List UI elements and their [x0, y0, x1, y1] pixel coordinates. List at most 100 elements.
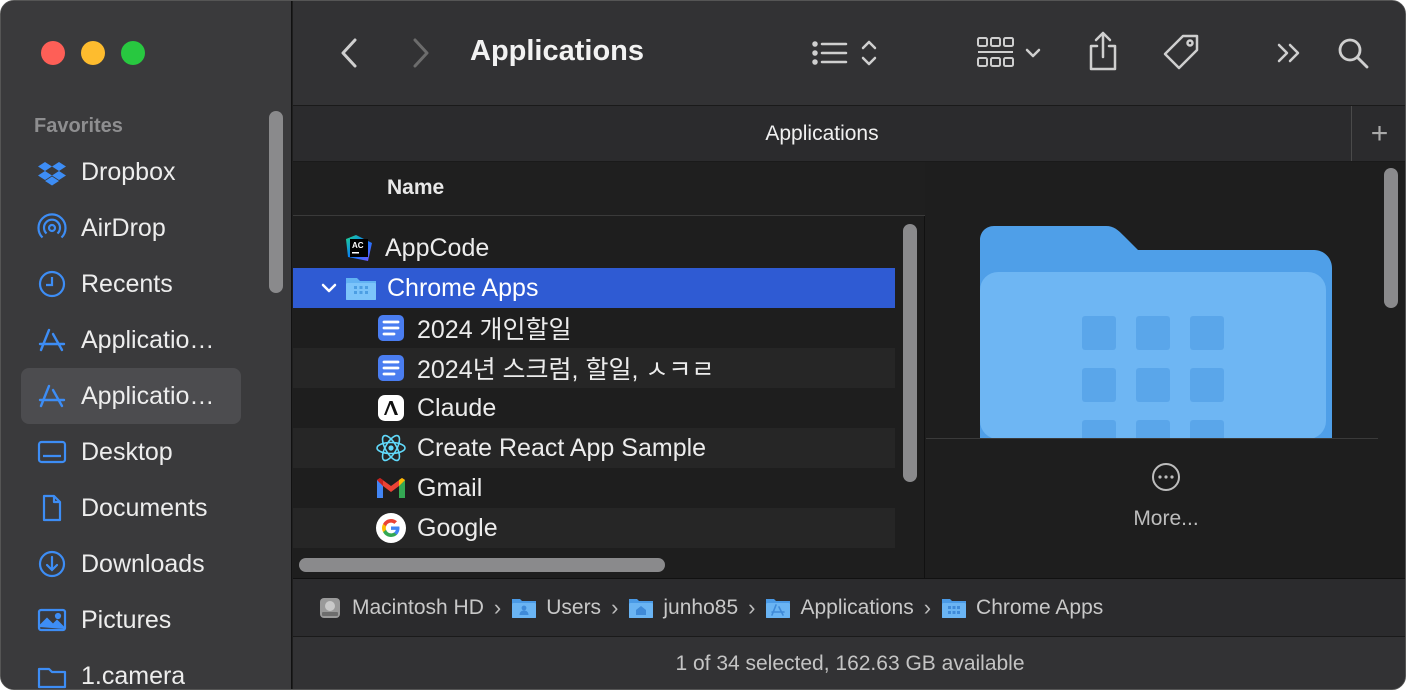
window-title: Applications — [470, 35, 645, 67]
breadcrumb-users[interactable]: Users — [511, 595, 601, 621]
list-horizontal-scrollbar[interactable] — [299, 558, 665, 572]
ellipsis-circle-icon — [1152, 463, 1180, 491]
view-options-button[interactable] — [805, 35, 885, 71]
list-item-label: Claude — [417, 393, 497, 422]
chevron-updown-icon — [861, 40, 877, 66]
forward-button[interactable] — [405, 33, 437, 73]
home-folder-icon — [628, 595, 654, 621]
folder-icon — [345, 272, 377, 304]
list-item[interactable]: AC AppCode — [293, 228, 895, 268]
breadcrumb-separator: › — [748, 594, 756, 620]
breadcrumb-macintosh-hd[interactable]: Macintosh HD — [317, 595, 484, 621]
folder-icon — [37, 661, 67, 689]
sidebar-item-documents[interactable]: Documents — [21, 480, 241, 536]
breadcrumb-junho85[interactable]: junho85 — [628, 595, 738, 621]
pictures-icon — [37, 605, 67, 635]
list-item[interactable]: Gmail — [293, 468, 895, 508]
breadcrumb-separator: › — [923, 594, 932, 620]
chevron-down-icon — [1025, 48, 1041, 58]
folder-preview-icon — [926, 162, 1378, 439]
sidebar-heading-favorites: Favorites — [34, 115, 123, 137]
sidebar-item-label: 1.camera — [81, 661, 186, 690]
list-item[interactable]: 2024 개인할일 — [293, 308, 895, 348]
list-item[interactable]: Google — [293, 508, 895, 548]
more-toolbar-button[interactable] — [1269, 37, 1309, 69]
toolbar: Applications — [293, 1, 1405, 105]
finder-window: Favorites Dropbox AirDrop Recents Applic… — [0, 0, 1406, 690]
sidebar-item-airdrop[interactable]: AirDrop — [21, 200, 241, 256]
sidebar-item-label: Documents — [81, 493, 208, 522]
breadcrumb-separator: › — [611, 594, 619, 620]
sidebar-item-applications-active[interactable]: Applicatio… — [21, 368, 241, 424]
google-docs-icon — [375, 352, 407, 384]
sidebar-item-desktop[interactable]: Desktop — [21, 424, 241, 480]
grid-view-icon — [977, 37, 1014, 67]
column-header-name[interactable]: Name — [387, 176, 444, 200]
tags-button[interactable] — [1159, 31, 1205, 75]
breadcrumb-chrome-apps[interactable]: Chrome Apps — [941, 595, 1103, 621]
list-item-label: 2024년 스크럼, 할일, ㅅㅋㄹ — [417, 356, 715, 384]
clock-icon — [37, 269, 67, 299]
sidebar-item-label: AirDrop — [81, 213, 166, 242]
list-vertical-scrollbar[interactable] — [903, 224, 917, 482]
appcode-icon: AC — [343, 232, 375, 264]
path-bar: Macintosh HD › Users › junho85 › Applica… — [293, 578, 1405, 636]
list-item-label: Google — [417, 513, 498, 542]
file-list: Name AC AppCode Chrome Apps 2024 개인할일 20… — [293, 162, 925, 578]
list-item-label: AppCode — [385, 233, 490, 262]
google-docs-icon — [375, 312, 407, 344]
file-rows: AC AppCode Chrome Apps 2024 개인할일 2024년 스… — [293, 228, 895, 548]
list-item-selected[interactable]: Chrome Apps — [293, 268, 895, 308]
list-item[interactable]: Claude — [293, 388, 895, 428]
claude-icon — [375, 392, 407, 424]
minimize-window-button[interactable] — [81, 41, 105, 65]
back-button[interactable] — [333, 33, 365, 73]
sidebar-item-label: Desktop — [81, 437, 173, 466]
tab-applications[interactable]: Applications — [293, 122, 1351, 146]
list-item[interactable]: 2024년 스크럼, 할일, ㅅㅋㄹ — [293, 348, 895, 388]
dropbox-icon — [37, 157, 67, 187]
chrome-apps-folder-icon — [941, 595, 967, 621]
share-icon — [1089, 31, 1117, 71]
search-button[interactable] — [1333, 33, 1373, 73]
sidebar-item-label: Recents — [81, 269, 173, 298]
hard-drive-icon — [317, 595, 343, 621]
status-bar: 1 of 34 selected, 162.63 GB available — [293, 636, 1405, 689]
disclosure-triangle[interactable] — [317, 282, 341, 294]
sidebar-item-recents[interactable]: Recents — [21, 256, 241, 312]
breadcrumb-applications[interactable]: Applications — [765, 595, 914, 621]
breadcrumb-label: Macintosh HD — [352, 595, 484, 619]
preview-scrollbar[interactable] — [1384, 168, 1398, 308]
sidebar-item-downloads[interactable]: Downloads — [21, 536, 241, 592]
sidebar-item-1camera[interactable]: 1.camera — [21, 648, 241, 690]
list-item[interactable]: Create React App Sample — [293, 428, 895, 468]
window-controls — [41, 41, 145, 65]
zoom-window-button[interactable] — [121, 41, 145, 65]
google-icon — [375, 512, 407, 544]
list-item-label: Chrome Apps — [387, 273, 539, 302]
gmail-icon — [375, 472, 407, 504]
applications-folder-icon — [765, 595, 791, 621]
share-button[interactable] — [1083, 29, 1123, 73]
tag-icon — [1163, 34, 1199, 70]
sidebar-scrollbar[interactable] — [269, 111, 283, 293]
document-icon — [37, 493, 67, 523]
desktop-icon — [37, 437, 67, 467]
new-tab-button[interactable]: + — [1351, 106, 1405, 161]
more-button[interactable]: More... — [926, 462, 1405, 531]
group-button[interactable] — [971, 35, 1047, 71]
favorites-list: Dropbox AirDrop Recents Applicatio… Appl… — [21, 144, 241, 690]
users-folder-icon — [511, 595, 537, 621]
sidebar-item-dropbox[interactable]: Dropbox — [21, 144, 241, 200]
tab-bar: Applications + — [293, 105, 1405, 162]
sidebar-item-label: Pictures — [81, 605, 172, 634]
list-item-label: Gmail — [417, 473, 483, 502]
applications-icon — [37, 325, 67, 355]
sidebar-item-pictures[interactable]: Pictures — [21, 592, 241, 648]
status-text: 1 of 34 selected, 162.63 GB available — [675, 652, 1025, 675]
sidebar-item-applications[interactable]: Applicatio… — [21, 312, 241, 368]
applications-icon — [37, 381, 67, 411]
more-label: More... — [1133, 507, 1199, 530]
sidebar-item-label: Applicatio… — [81, 381, 215, 410]
close-window-button[interactable] — [41, 41, 65, 65]
